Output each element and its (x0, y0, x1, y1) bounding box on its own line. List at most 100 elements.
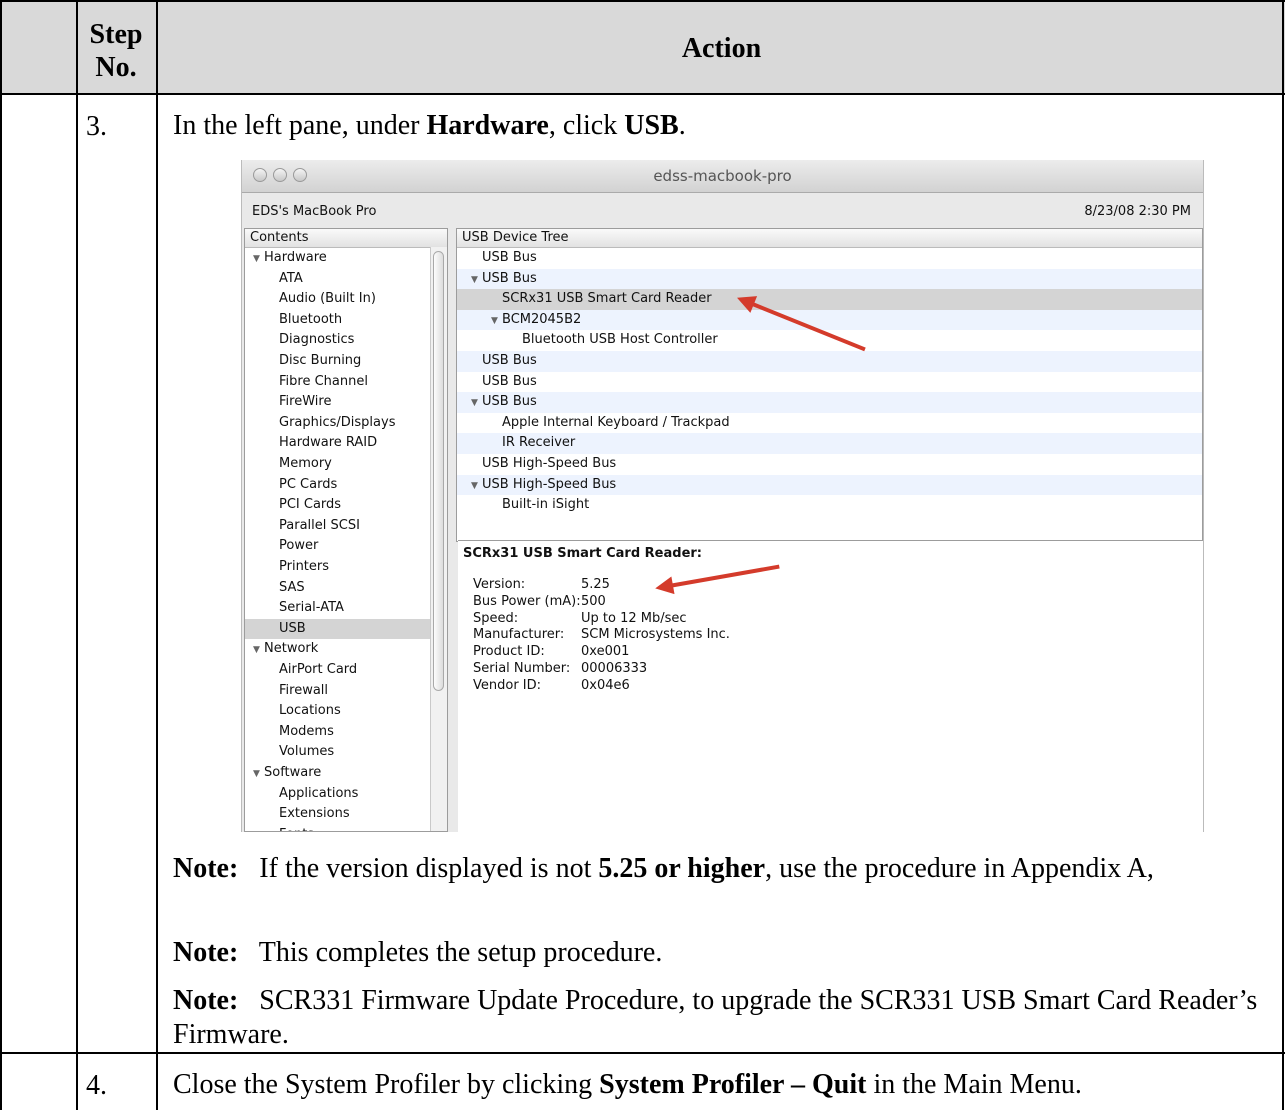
disclosure-triangle-icon[interactable]: ▼ (253, 640, 264, 660)
contents-header[interactable]: Contents (245, 229, 447, 248)
usb-tree-item-label: SCRx31 USB Smart Card Reader (502, 291, 712, 307)
contents-item-label: Software (264, 765, 322, 780)
contents-item[interactable]: ▼ Hardware (245, 248, 447, 269)
device-detail-pane: SCRx31 USB Smart Card Reader: Version: 5.… (458, 540, 1203, 832)
contents-item-label: Graphics/Displays (279, 414, 396, 430)
contents-item-label: Serial-ATA (279, 600, 344, 616)
usb-tree-item-label: BCM2045B2 (502, 311, 582, 327)
contents-item[interactable]: Modems (245, 722, 447, 743)
contents-item[interactable]: Power (245, 536, 447, 557)
header-action: Action (681, 33, 762, 64)
contents-item[interactable]: Firewall (245, 681, 447, 702)
contents-item[interactable]: AirPort Card (245, 660, 447, 681)
table-border-top (0, 0, 1285, 2)
usb-tree-item[interactable]: USB Bus (457, 351, 1202, 372)
usb-tree-header[interactable]: USB Device Tree (457, 229, 1202, 248)
usb-tree-item[interactable]: ▼ USB Bus (457, 268, 1202, 290)
usb-tree-item[interactable]: Apple Internal Keyboard / Trackpad (457, 413, 1202, 434)
contents-item[interactable]: Audio (Built In) (245, 289, 447, 310)
usb-tree-item-label: USB Bus (482, 373, 537, 389)
contents-pane: Contents ▼ Hardware ATA Audio (Built In) Blu… (244, 228, 448, 832)
usb-tree-item-label: USB Bus (482, 394, 537, 410)
detail-row: Version: 5.25 (473, 577, 610, 594)
usb-tree-item[interactable]: ▼ BCM2045B2 (457, 309, 1202, 331)
usb-tree-item[interactable]: IR Receiver (457, 433, 1202, 454)
contents-item-label: Fibre Channel (279, 373, 368, 389)
contents-item[interactable]: ▼ Network (245, 639, 447, 660)
contents-item[interactable]: Graphics/Displays (245, 413, 447, 434)
usb-tree-item-label: USB Bus (482, 270, 537, 286)
detail-key: Manufacturer: (473, 627, 565, 643)
contents-item-label: PC Cards (279, 476, 338, 492)
contents-scrollbar[interactable] (430, 247, 447, 831)
disclosure-triangle-icon[interactable]: ▼ (491, 311, 502, 331)
usb-tree-item-label: USB High-Speed Bus (482, 476, 617, 492)
contents-item[interactable]: Fonts (245, 825, 447, 831)
contents-item-label: Hardware RAID (279, 435, 378, 451)
usb-tree-item[interactable]: USB Bus (457, 248, 1202, 269)
contents-item[interactable]: ATA (245, 269, 447, 290)
detail-value: SCM Microsystems Inc. (581, 627, 730, 643)
usb-tree-item-label: USB Bus (482, 353, 537, 368)
detail-row: Manufacturer: SCM Microsystems Inc. (473, 627, 730, 644)
usb-tree-item[interactable]: ▼ USB High-Speed Bus (457, 474, 1202, 496)
contents-item-label: Memory (279, 456, 332, 471)
contents-item[interactable]: Memory (245, 454, 447, 475)
usb-tree-item[interactable]: ▼ USB Bus (457, 392, 1202, 413)
contents-item[interactable]: SAS (245, 578, 447, 599)
detail-row: Bus Power (mA):500 (473, 594, 606, 611)
header-step-no: Step No. (89, 19, 143, 83)
usb-tree-item-label: Bluetooth USB Host Controller (522, 332, 718, 348)
usb-tree-item[interactable]: Built-in iSight (457, 495, 1202, 516)
detail-key: Speed: (473, 610, 519, 626)
detail-row: Vendor ID: 0x04e6 (473, 678, 630, 695)
contents-item[interactable]: Disc Burning (245, 351, 447, 372)
contents-item[interactable]: Hardware RAID (245, 433, 447, 454)
usb-tree-item-label: IR Receiver (502, 435, 576, 451)
contents-item[interactable]: ▼ Software (245, 763, 447, 784)
usb-tree-item[interactable]: USB Bus (457, 372, 1202, 393)
procedure-table: Step No. Action 3. In the left pane, und… (0, 0, 1285, 1110)
table-divider-step4 (0, 1052, 1285, 1054)
contents-item-label: AirPort Card (279, 662, 358, 677)
contents-item[interactable]: Bluetooth (245, 310, 447, 331)
note-version: Note: If the version displayed is not 5.… (173, 853, 1154, 884)
contents-item[interactable]: Applications (245, 784, 447, 805)
contents-item[interactable]: FireWire (245, 392, 447, 413)
disclosure-triangle-icon[interactable]: ▼ (253, 764, 264, 784)
contents-item[interactable]: Diagnostics (245, 330, 447, 351)
detail-value: 00006333 (581, 661, 648, 676)
detail-key: Product ID: (473, 644, 545, 660)
contents-item[interactable]: USB (245, 618, 447, 640)
contents-item[interactable]: Fibre Channel (245, 372, 447, 393)
disclosure-triangle-icon[interactable]: ▼ (471, 270, 482, 290)
scroll-thumb[interactable] (433, 251, 444, 691)
detail-value: Up to 12 Mb/sec (581, 610, 687, 626)
disclosure-triangle-icon[interactable]: ▼ (471, 476, 482, 496)
usb-tree-item[interactable]: SCRx31 USB Smart Card Reader (457, 289, 1202, 310)
step-number-3: 3. (86, 111, 107, 142)
contents-item[interactable]: Locations (245, 701, 447, 722)
contents-item[interactable]: Printers (245, 557, 447, 578)
contents-item-label: Extensions (279, 806, 350, 822)
detail-key: Version: (473, 577, 526, 592)
disclosure-triangle-icon[interactable]: ▼ (253, 249, 264, 269)
contents-item-label: ATA (279, 270, 303, 286)
window-title: edss-macbook-pro (653, 167, 792, 185)
step3-instruction: In the left pane, under Hardware, click … (173, 110, 686, 141)
contents-item[interactable]: PC Cards (245, 475, 447, 496)
detail-key: Bus Power (mA): (473, 593, 581, 609)
usb-tree-item[interactable]: USB High-Speed Bus (457, 454, 1202, 475)
contents-item-label: Firewall (279, 682, 329, 698)
contents-item[interactable]: Volumes (245, 742, 447, 763)
contents-item[interactable]: PCI Cards (245, 495, 447, 516)
usb-tree-item-label: Apple Internal Keyboard / Trackpad (502, 414, 730, 430)
usb-tree-item-label: USB Bus (482, 250, 537, 265)
contents-item[interactable]: Serial-ATA (245, 598, 447, 619)
machine-name: EDS's MacBook Pro (252, 204, 377, 219)
disclosure-triangle-icon[interactable]: ▼ (471, 393, 482, 413)
contents-item[interactable]: Extensions (245, 804, 447, 825)
contents-item[interactable]: Parallel SCSI (245, 516, 447, 537)
contents-item-label: USB (279, 620, 306, 636)
note-firmware: Note: SCR331 Firmware Update Procedure, … (173, 985, 1258, 1050)
